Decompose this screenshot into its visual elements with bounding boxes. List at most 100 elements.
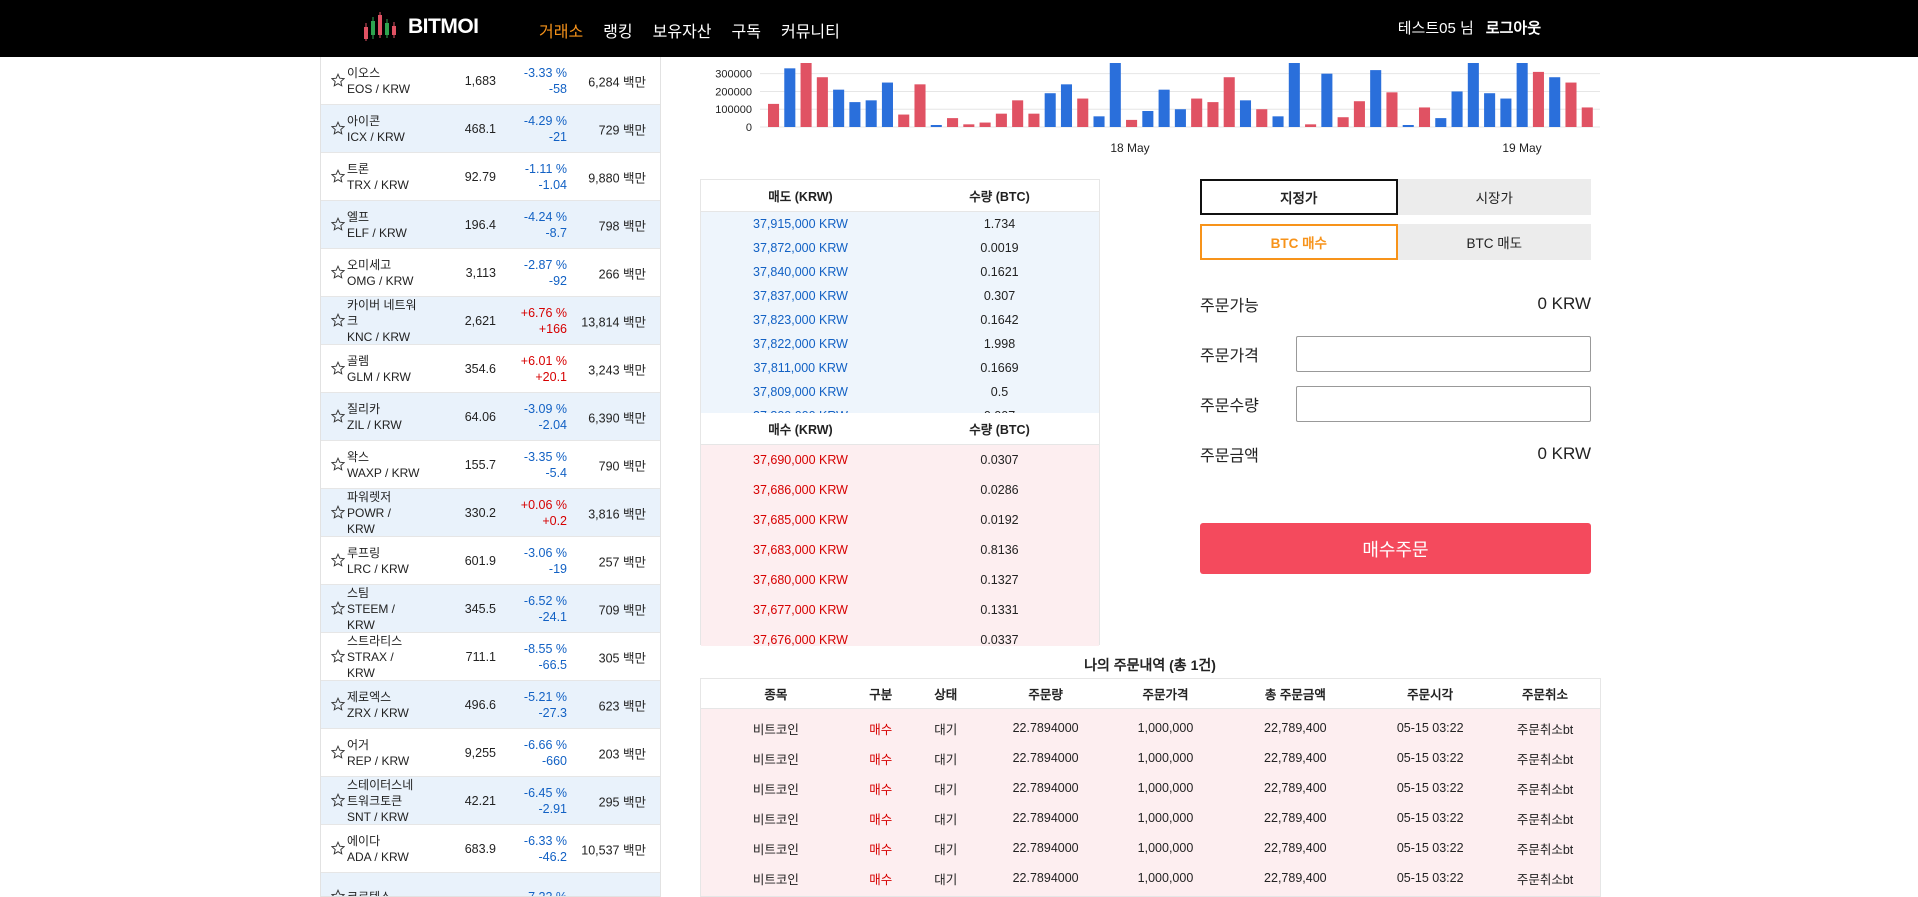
limit-order-tab[interactable]: 지정가 <box>1200 179 1398 215</box>
orderbook-sell-list[interactable]: 37,915,000 KRW 1.734 37,872,000 KRW 0.0019 3… <box>701 212 1099 413</box>
star-icon[interactable] <box>331 600 345 615</box>
coin-name: 오미세고 <box>347 257 392 272</box>
orderbook-sell-row[interactable]: 37,809,000 KRW 0.5 <box>701 380 1099 404</box>
order-cancel-button[interactable]: 주문취소bt <box>1490 809 1600 828</box>
buy-side-tab[interactable]: BTC 매수 <box>1200 224 1398 260</box>
star-icon[interactable] <box>331 552 345 567</box>
coin-pair: ADA / KRW <box>347 849 409 864</box>
order-cancel-button[interactable]: 주문취소bt <box>1490 869 1600 888</box>
orderbook-sell-row[interactable]: 37,822,000 KRW 1.998 <box>701 332 1099 356</box>
coin-row[interactable]: 파워렛저 POWR / KRW 330.2 +0.06 % +0.2 3,816 백만 <box>321 489 660 537</box>
coin-name: 트론 <box>347 161 370 176</box>
coin-change: -6.52 % -24.1 <box>524 593 567 625</box>
nav-item-4[interactable]: 커뮤니티 <box>781 18 840 42</box>
coin-row[interactable]: 오미세고 OMG / KRW 3,113 -2.87 % -92 266 백만 <box>321 249 660 297</box>
orderbook-buy-row[interactable]: 37,676,000 KRW 0.0337 <box>701 625 1099 646</box>
orderbook-sell-row[interactable]: 37,915,000 KRW 1.734 <box>701 212 1099 236</box>
orderbook-sell-row[interactable]: 37,823,000 KRW 0.1642 <box>701 308 1099 332</box>
order-cancel-button[interactable]: 주문취소bt <box>1490 839 1600 858</box>
coin-row[interactable]: 어거 REP / KRW 9,255 -6.66 % -660 203 백만 <box>321 729 660 777</box>
available-value: 0 KRW <box>1537 294 1591 313</box>
coin-row[interactable]: 이오스 EOS / KRW 1,683 -3.33 % -58 6,284 백만 <box>321 57 660 105</box>
qty-input[interactable] <box>1296 386 1591 422</box>
market-order-tab[interactable]: 시장가 <box>1397 179 1591 215</box>
coin-volume: 10,537 백만 <box>581 843 646 857</box>
nav-item-2[interactable]: 보유자산 <box>653 18 712 42</box>
coin-change-pct: +0.06 % <box>520 497 567 512</box>
orderbook-buy-row[interactable]: 37,686,000 KRW 0.0286 <box>701 475 1099 505</box>
order-row: 비트코인 매수 대기 22.7894000 1,000,000 22,789,400 05-… <box>701 803 1600 833</box>
coin-row[interactable]: 골렘 GLM / KRW 354.6 +6.01 % +20.1 3,243 백만 <box>321 345 660 393</box>
orderbook-buy-row[interactable]: 37,677,000 KRW 0.1331 <box>701 595 1099 625</box>
order-cancel-button[interactable]: 주문취소bt <box>1490 719 1600 738</box>
star-icon[interactable] <box>331 840 345 855</box>
orderbook-sell-row[interactable]: 37,840,000 KRW 0.1621 <box>701 260 1099 284</box>
orderbook-buy-row[interactable]: 37,685,000 KRW 0.0192 <box>701 505 1099 535</box>
orderbook-sell-row[interactable]: 37,872,000 KRW 0.0019 <box>701 236 1099 260</box>
star-icon[interactable] <box>331 312 345 327</box>
coin-change-abs: -5.4 <box>545 465 567 480</box>
star-icon[interactable] <box>331 408 345 423</box>
logout-button[interactable]: 로그아웃 <box>1486 17 1541 38</box>
order-cell: 1,000,000 <box>1137 811 1194 825</box>
coin-row[interactable]: 질리카 ZIL / KRW 64.06 -3.09 % -2.04 6,390 백만 <box>321 393 660 441</box>
coin-change-pct: -6.52 % <box>523 593 567 608</box>
coin-row[interactable]: 아이콘 ICX / KRW 468.1 -4.29 % -21 729 백만 <box>321 105 660 153</box>
coin-row[interactable]: 스트라티스 STRAX / KRW 711.1 -8.55 % -66.5 305 백만 <box>321 633 660 681</box>
coin-row[interactable]: 에이다 ADA / KRW 683.9 -6.33 % -46.2 10,537 백만 <box>321 825 660 873</box>
coin-row[interactable]: 카이버 네트워크 KNC / KRW 2,621 +6.76 % +166 13,814 … <box>321 297 660 345</box>
coin-change: -3.35 % -5.4 <box>524 449 567 481</box>
coin-change: -5.21 % -27.3 <box>524 689 567 721</box>
coin-name: 왁스 <box>347 449 370 464</box>
chart-bar <box>898 114 910 127</box>
buy-order-button[interactable]: 매수주문 <box>1200 523 1591 574</box>
order-cancel-button[interactable]: 주문취소bt <box>1490 749 1600 768</box>
star-icon[interactable] <box>331 216 345 231</box>
my-orders-body[interactable]: 비트코인 매수 대기 22.7894000 1,000,000 22,789,400 05-… <box>701 709 1600 896</box>
star-icon[interactable] <box>331 648 345 663</box>
coin-row[interactable]: 스팀 STEEM / KRW 345.5 -6.52 % -24.1 709 백만 <box>321 585 660 633</box>
coin-pair: ZRX / KRW <box>347 705 409 720</box>
coin-row[interactable]: 스테이터스네트워크토큰 SNT / KRW 42.21 -6.45 % -2.91 295… <box>321 777 660 825</box>
orderbook-sell-row[interactable]: 37,811,000 KRW 0.1669 <box>701 356 1099 380</box>
order-cell: 1,000,000 <box>1137 871 1194 885</box>
nav-item-0[interactable]: 거래소 <box>539 18 583 42</box>
orderbook-buy-row[interactable]: 37,680,000 KRW 0.1327 <box>701 565 1099 595</box>
nav-item-3[interactable]: 구독 <box>732 18 761 42</box>
star-icon[interactable] <box>331 744 345 759</box>
star-icon[interactable] <box>331 792 345 807</box>
coin-volume: 6,284 백만 <box>588 75 646 89</box>
price-input[interactable] <box>1296 336 1591 372</box>
coin-change-abs: -27.3 <box>538 705 568 720</box>
coin-row[interactable]: 엘프 ELF / KRW 196.4 -4.24 % -8.7 798 백만 <box>321 201 660 249</box>
sell-side-tab[interactable]: BTC 매도 <box>1397 224 1591 260</box>
orderbook-sell-row[interactable]: 37,837,000 KRW 0.307 <box>701 284 1099 308</box>
coin-names: 스테이터스네트워크토큰 SNT / KRW <box>347 777 421 825</box>
star-icon[interactable] <box>331 120 345 135</box>
star-icon[interactable] <box>331 456 345 471</box>
star-icon[interactable] <box>331 360 345 375</box>
orderbook-sell-row[interactable]: 37,800,000 KRW0.007 <box>701 404 1099 413</box>
coin-names: 카이버 네트워크 KNC / KRW <box>347 297 421 345</box>
coin-row[interactable]: 왁스 WAXP / KRW 155.7 -3.35 % -5.4 790 백만 <box>321 441 660 489</box>
orderbook-buy-list[interactable]: 37,690,000 KRW 0.0307 37,686,000 KRW 0.0286… <box>701 445 1099 646</box>
order-cancel-button[interactable]: 주문취소bt <box>1490 779 1600 798</box>
star-icon[interactable] <box>331 888 345 897</box>
coin-row[interactable]: 제로엑스 ZRX / KRW 496.6 -5.21 % -27.3 623 백만 <box>321 681 660 729</box>
nav-item-1[interactable]: 랭킹 <box>603 18 632 42</box>
star-icon[interactable] <box>331 72 345 87</box>
star-icon[interactable] <box>331 696 345 711</box>
coin-price: 496.6 <box>464 697 496 712</box>
star-icon[interactable] <box>331 504 345 519</box>
coin-row[interactable]: 트론 TRX / KRW 92.79 -1.11 % -1.04 9,880 백만 <box>321 153 660 201</box>
star-icon[interactable] <box>331 264 345 279</box>
coin-row[interactable]: 코르텍스 -7.22 % <box>321 873 660 897</box>
chart-bar <box>1386 92 1398 127</box>
star-icon[interactable] <box>331 168 345 183</box>
orderbook-buy-row[interactable]: 37,683,000 KRW 0.8136 <box>701 535 1099 565</box>
orderbook-buy-row[interactable]: 37,690,000 KRW 0.0307 <box>701 445 1099 475</box>
logo[interactable]: BITMOI <box>362 11 479 43</box>
coin-price: 683.9 <box>464 841 496 856</box>
coin-row[interactable]: 루프링 LRC / KRW 601.9 -3.06 % -19 257 백만 <box>321 537 660 585</box>
coin-change-abs: -660 <box>541 753 567 768</box>
